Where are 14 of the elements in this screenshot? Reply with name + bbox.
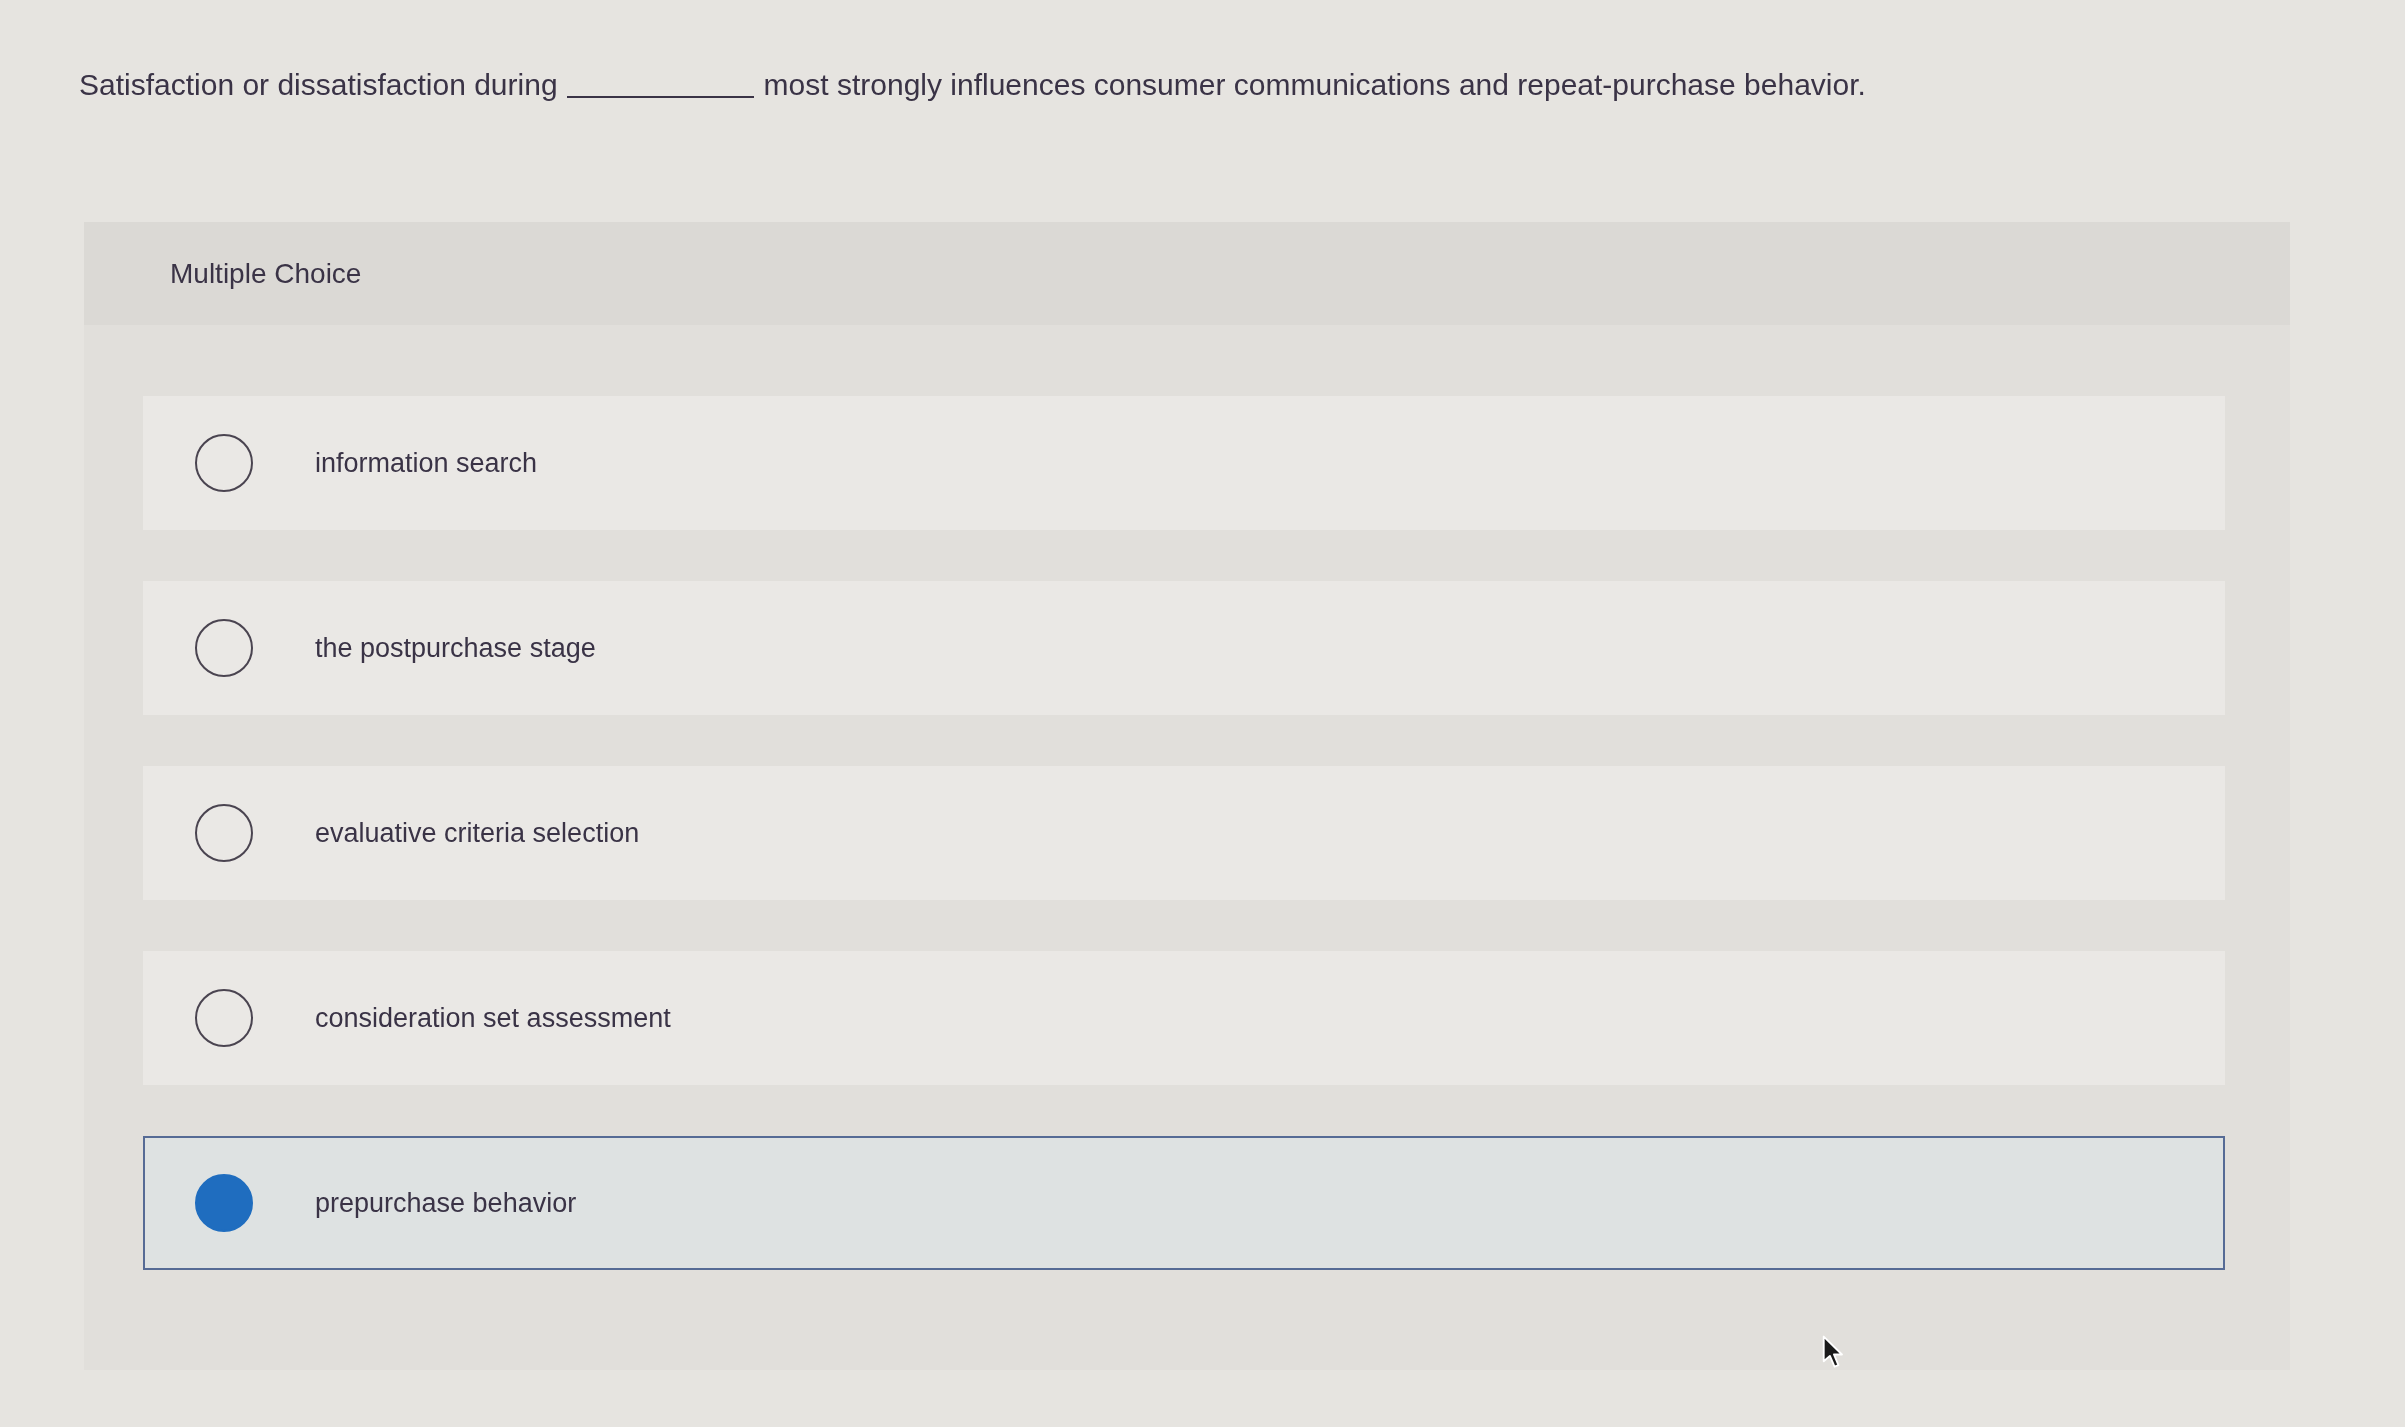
answer-option[interactable]: information search: [143, 396, 2225, 530]
answer-option[interactable]: evaluative criteria selection: [143, 766, 2225, 900]
answer-option[interactable]: consideration set assessment: [143, 951, 2225, 1085]
radio-button[interactable]: [195, 804, 253, 862]
radio-button[interactable]: [195, 1174, 253, 1232]
answer-option[interactable]: prepurchase behavior: [143, 1136, 2225, 1270]
radio-button[interactable]: [195, 989, 253, 1047]
question-type-label: Multiple Choice: [170, 257, 362, 290]
radio-button[interactable]: [195, 619, 253, 677]
mouse-pointer-icon: [1822, 1335, 1844, 1369]
radio-button[interactable]: [195, 434, 253, 492]
answer-option[interactable]: the postpurchase stage: [143, 581, 2225, 715]
question-text: Satisfaction or dissatisfaction during: [79, 67, 558, 103]
question-text: most strongly influences consumer communications and repeat-purchase behavior.: [763, 67, 1866, 103]
